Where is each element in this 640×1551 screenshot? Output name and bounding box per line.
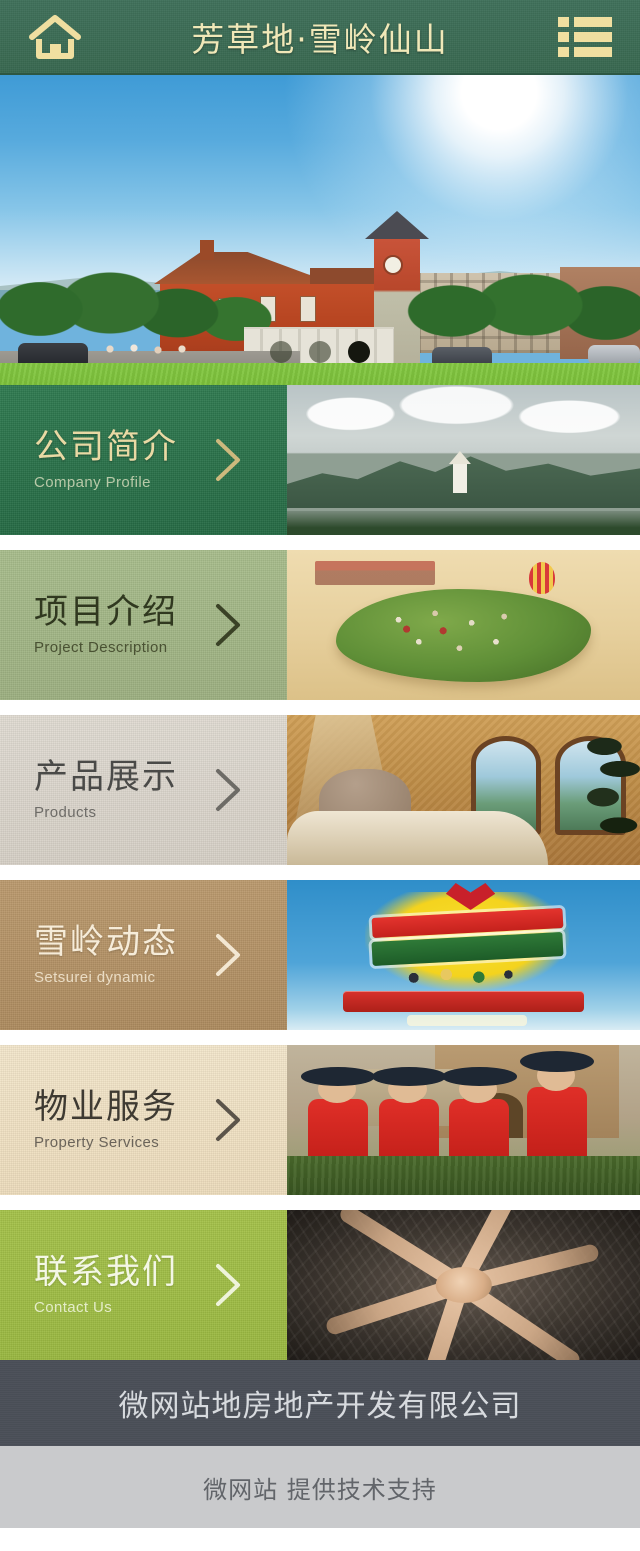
- chevron-right-icon: [216, 1264, 240, 1306]
- nav-card-label-area: 公司简介 Company Profile: [0, 385, 287, 535]
- carousel-dots: [0, 341, 640, 363]
- nav-card-thumbnail: [287, 385, 640, 535]
- chevron-right-icon: [216, 934, 240, 976]
- chevron-right-icon: [216, 604, 240, 646]
- footer-company-bar: 微网站地房地产开发有限公司: [0, 1360, 640, 1446]
- nav-card-thumbnail: [287, 880, 640, 1030]
- mobile-page: 芳草地·雪岭仙山 公司简介 Company Profile 项目介绍 Proje…: [0, 0, 640, 1551]
- nav-card-label-area: 产品展示 Products: [0, 715, 287, 865]
- nav-card-property-services[interactable]: 物业服务 Property Services: [0, 1045, 640, 1195]
- nav-card-title-en: Products: [34, 803, 97, 821]
- nav-card-company-profile[interactable]: 公司简介 Company Profile: [0, 385, 640, 535]
- nav-card-contact-us[interactable]: 联系我们 Contact Us: [0, 1210, 640, 1360]
- nav-card-thumbnail: [287, 1045, 640, 1195]
- chevron-right-icon: [216, 769, 240, 811]
- nav-card-label-area: 项目介绍 Project Description: [0, 550, 287, 700]
- nav-card-title-cn: 联系我们: [34, 1252, 178, 1293]
- nav-card-title-en: Setsurei dynamic: [34, 968, 156, 986]
- nav-card-title-en: Project Description: [34, 638, 168, 656]
- nav-card-title-cn: 项目介绍: [34, 592, 178, 633]
- nav-card-project-description[interactable]: 项目介绍 Project Description: [0, 550, 640, 700]
- nav-card-title-en: Company Profile: [34, 473, 151, 491]
- footer-credit-bar: 微网站 提供技术支持: [0, 1446, 640, 1528]
- nav-card-title-en: Property Services: [34, 1133, 160, 1151]
- nav-card-label-area: 物业服务 Property Services: [0, 1045, 287, 1195]
- chevron-right-icon: [216, 1099, 240, 1141]
- nav-card-thumbnail: [287, 550, 640, 700]
- nav-card-thumbnail: [287, 1210, 640, 1360]
- footer-credit-text[interactable]: 微网站 提供技术支持: [203, 1470, 437, 1505]
- nav-card-label-area: 联系我们 Contact Us: [0, 1210, 287, 1360]
- hero-lawn: [0, 363, 640, 385]
- page-title: 芳草地·雪岭仙山: [191, 19, 449, 59]
- home-icon: [29, 14, 81, 59]
- menu-button[interactable]: [530, 0, 640, 74]
- nav-card-label-area: 雪岭动态 Setsurei dynamic: [0, 880, 287, 1030]
- hero-carousel[interactable]: [0, 75, 640, 385]
- nav-card-setsurei-dynamic[interactable]: 雪岭动态 Setsurei dynamic: [0, 880, 640, 1030]
- carousel-dot-3[interactable]: [348, 341, 370, 363]
- app-header: 芳草地·雪岭仙山: [0, 0, 640, 75]
- nav-card-title-cn: 产品展示: [34, 757, 178, 798]
- nav-card-list: 公司简介 Company Profile 项目介绍 Project Descri…: [0, 385, 640, 1360]
- list-menu-icon: [558, 16, 612, 57]
- home-button[interactable]: [0, 0, 110, 74]
- nav-card-title-cn: 公司简介: [34, 427, 178, 468]
- carousel-dot-2[interactable]: [309, 341, 331, 363]
- nav-card-title-cn: 物业服务: [34, 1087, 178, 1128]
- hero-image: [0, 75, 640, 385]
- footer-company-name: 微网站地房地产开发有限公司: [118, 1389, 522, 1424]
- nav-card-products[interactable]: 产品展示 Products: [0, 715, 640, 865]
- chevron-right-icon: [216, 439, 240, 481]
- carousel-dot-1[interactable]: [270, 341, 292, 363]
- nav-card-title-en: Contact Us: [34, 1298, 113, 1316]
- nav-card-thumbnail: [287, 715, 640, 865]
- nav-card-title-cn: 雪岭动态: [34, 922, 178, 963]
